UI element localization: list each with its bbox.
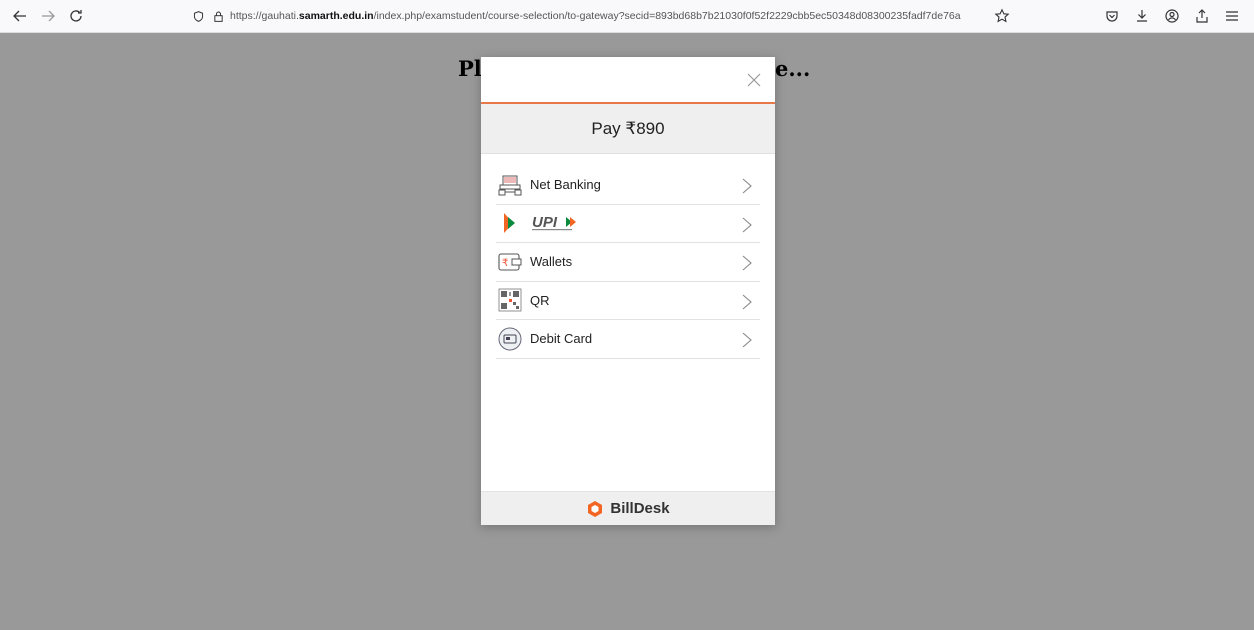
- close-button[interactable]: [747, 73, 761, 87]
- svg-text:₹: ₹: [502, 258, 508, 269]
- modal-header: [481, 57, 775, 104]
- shield-icon[interactable]: [190, 8, 206, 24]
- url-host: samarth.edu.in: [298, 10, 374, 22]
- menu-button[interactable]: [1220, 4, 1244, 28]
- card-icon: [496, 326, 524, 352]
- option-qr[interactable]: QR: [496, 282, 760, 320]
- payment-options-list: Net Banking UPI ₹ Wallets QR Debit Card: [481, 154, 775, 359]
- pocket-button[interactable]: [1100, 4, 1124, 28]
- account-button[interactable]: [1160, 4, 1184, 28]
- wallet-icon: ₹: [496, 249, 524, 275]
- reload-button[interactable]: [62, 2, 90, 30]
- chevron-right-icon: [742, 294, 752, 310]
- chevron-right-icon: [742, 332, 752, 348]
- arrow-left-icon: [13, 10, 26, 22]
- option-label: Wallets: [530, 254, 573, 270]
- chevron-right-icon: [742, 178, 752, 194]
- heading-left: Pl: [458, 56, 482, 81]
- arrow-right-icon: [42, 10, 55, 22]
- brand-name: BillDesk: [610, 500, 670, 517]
- close-icon: [747, 73, 761, 87]
- option-net-banking[interactable]: Net Banking: [496, 166, 760, 205]
- option-label: Net Banking: [530, 177, 601, 193]
- bookmark-star-button[interactable]: [988, 2, 1016, 30]
- option-wallets[interactable]: ₹ Wallets: [496, 243, 760, 282]
- option-label: Debit Card: [530, 331, 593, 347]
- download-icon: [1137, 10, 1147, 22]
- url-prefix: https://gauhati.: [230, 10, 299, 22]
- upi-logo: UPI: [530, 213, 590, 233]
- pocket-icon: [1106, 11, 1118, 22]
- url-path: /index.php/examstudent/course-selection/…: [373, 10, 961, 22]
- star-icon: [994, 8, 1010, 23]
- share-button[interactable]: [1190, 4, 1214, 28]
- lock-icon[interactable]: [210, 8, 226, 24]
- share-icon: [1196, 9, 1208, 23]
- hamburger-icon: [1226, 11, 1238, 21]
- back-button[interactable]: [6, 2, 34, 30]
- forward-button[interactable]: [34, 2, 62, 30]
- url-text: https://gauhati.samarth.edu.in/index.php…: [230, 10, 980, 22]
- upi-arrow-icon: [496, 210, 524, 236]
- toolbar-right: [1100, 4, 1244, 28]
- chevron-right-icon: [742, 217, 752, 233]
- billdesk-logo-icon: [588, 500, 603, 517]
- qr-icon: [496, 287, 524, 313]
- payment-modal: Pay ₹890 Net Banking UPI ₹ Wallets QR De…: [481, 57, 775, 525]
- pay-amount-bar: Pay ₹890: [481, 104, 775, 154]
- reload-icon: [70, 10, 82, 22]
- browser-toolbar: https://gauhati.samarth.edu.in/index.php…: [0, 0, 1254, 33]
- option-label: QR: [530, 292, 550, 308]
- url-bar[interactable]: https://gauhati.samarth.edu.in/index.php…: [190, 5, 1020, 27]
- downloads-button[interactable]: [1130, 4, 1154, 28]
- pay-amount: Pay ₹890: [591, 118, 665, 138]
- modal-footer: BillDesk: [481, 491, 775, 525]
- option-debit-card[interactable]: Debit Card: [496, 320, 760, 359]
- account-icon: [1165, 9, 1179, 23]
- option-upi[interactable]: UPI: [496, 205, 760, 243]
- svg-text:UPI: UPI: [532, 214, 558, 231]
- heading-right: e...: [775, 56, 811, 81]
- chevron-right-icon: [742, 255, 752, 271]
- bank-icon: [496, 172, 524, 198]
